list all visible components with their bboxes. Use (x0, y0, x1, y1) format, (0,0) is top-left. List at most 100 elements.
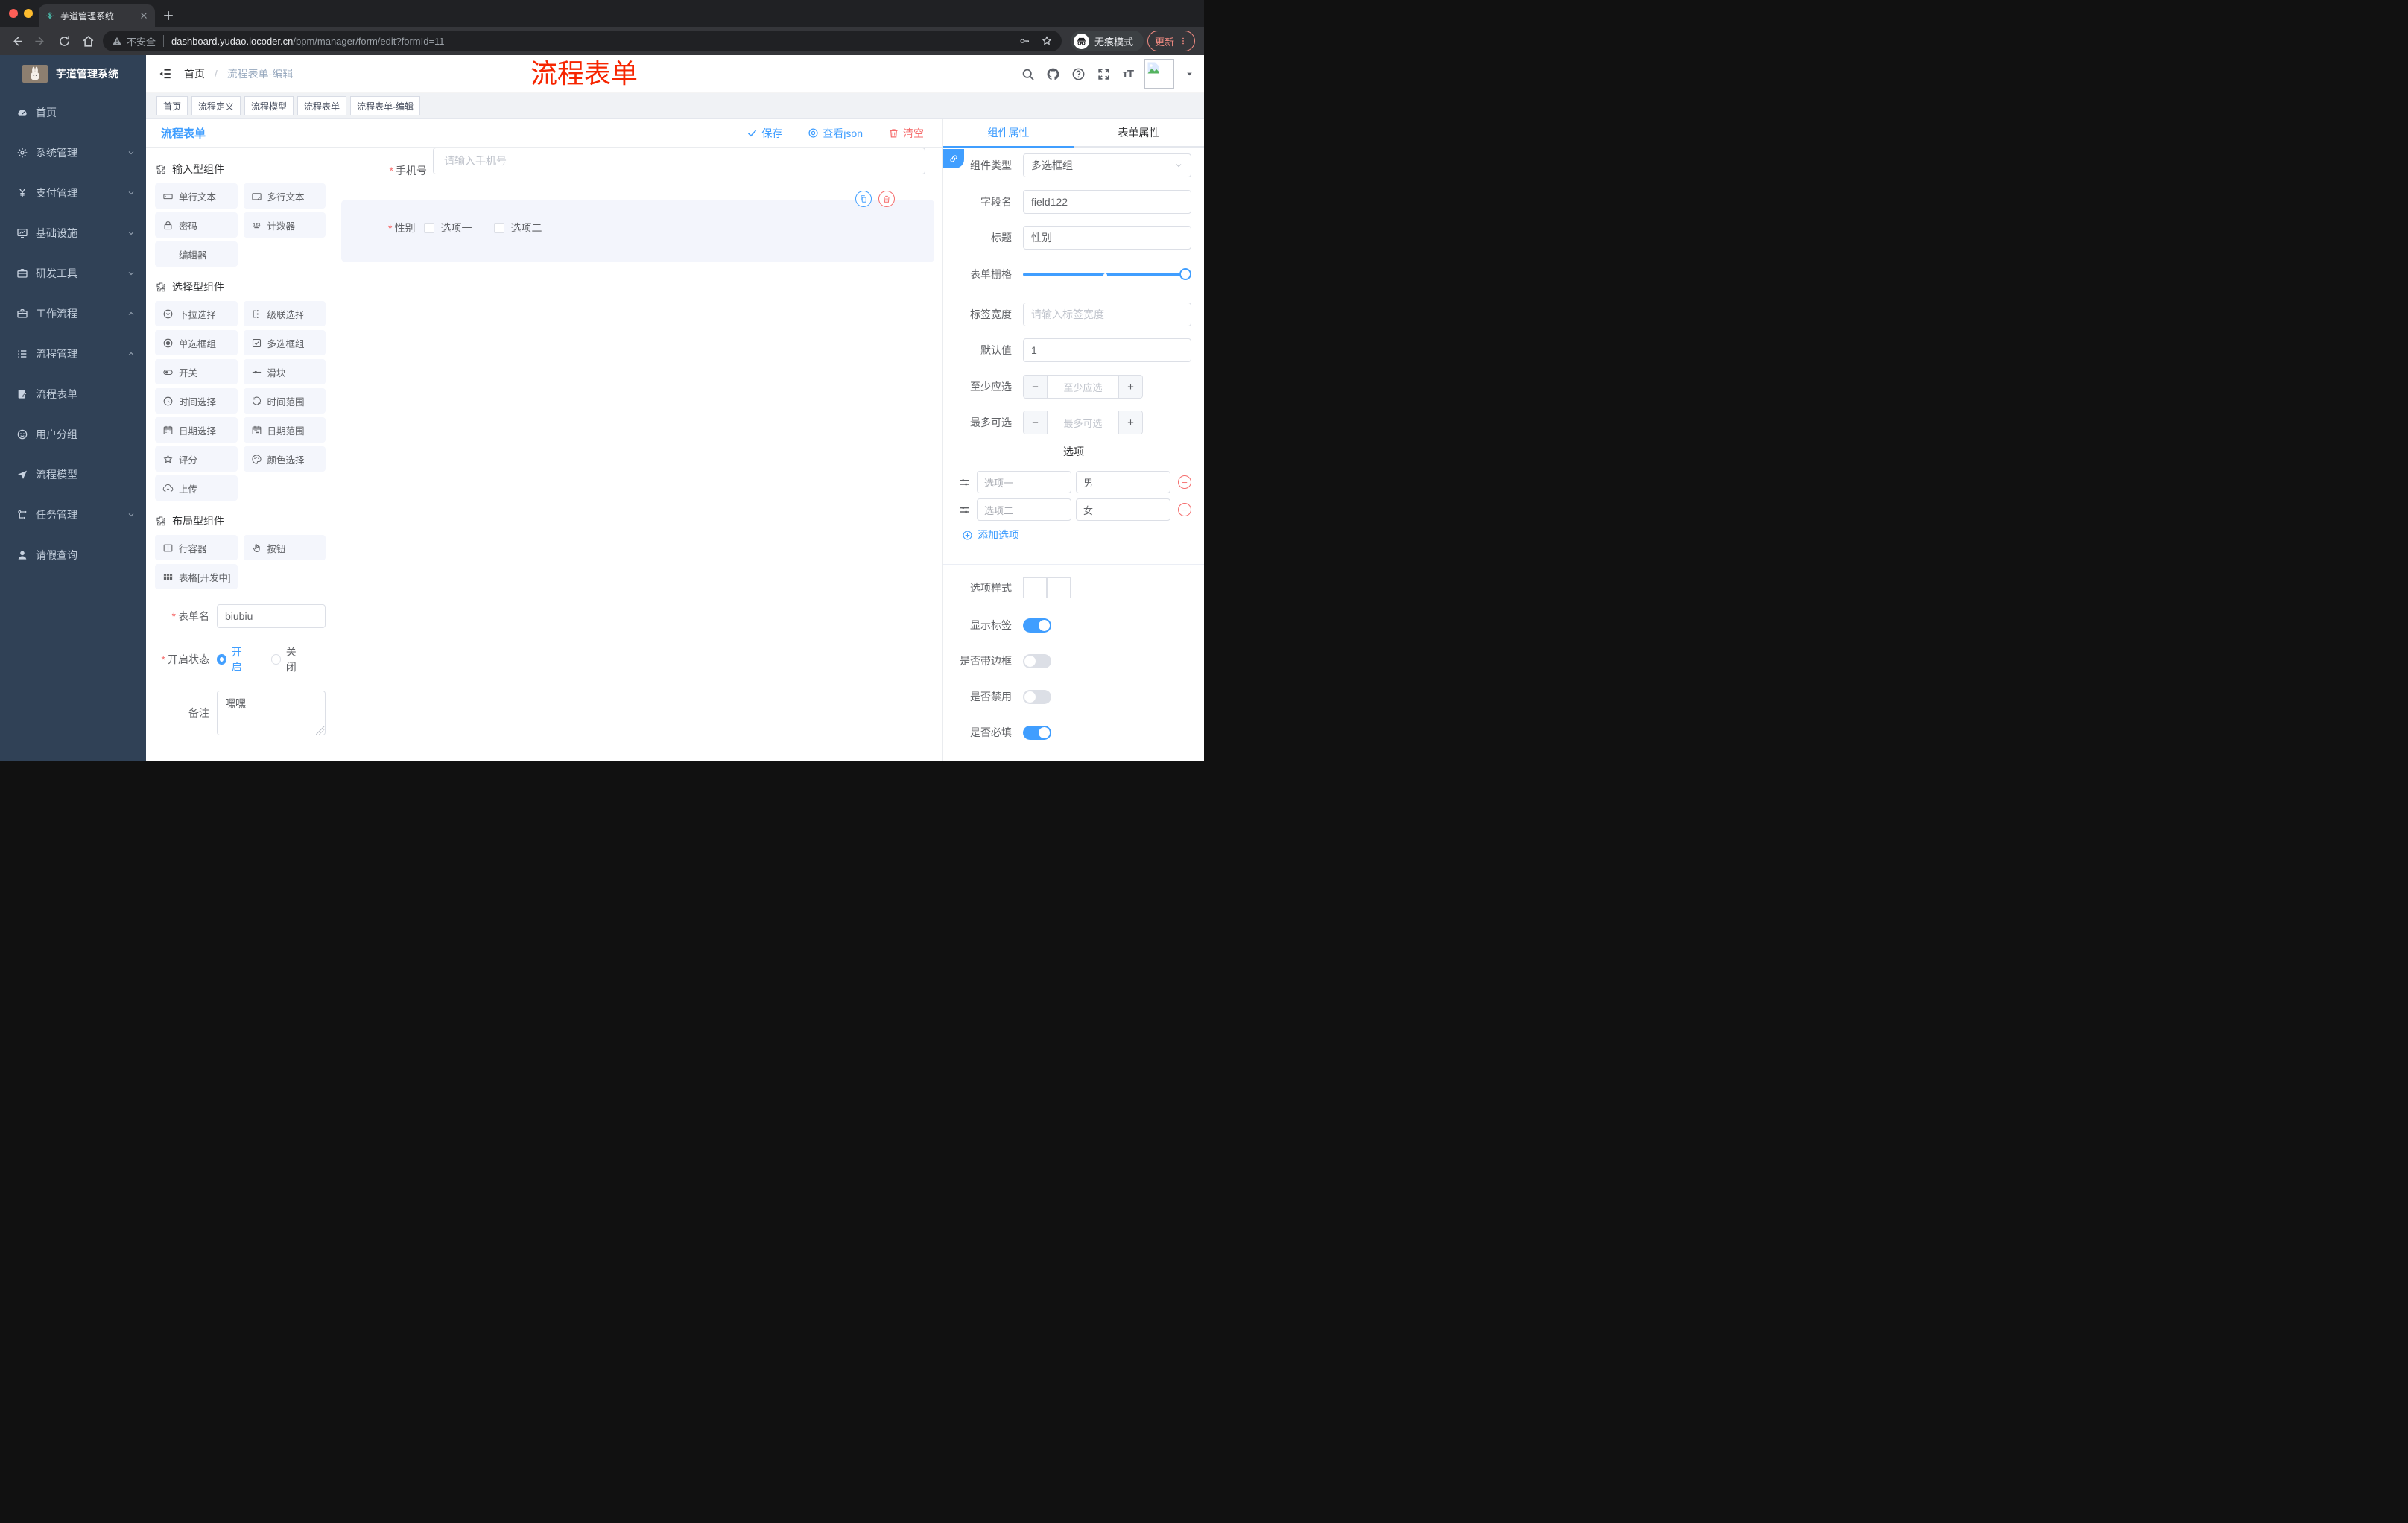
design-canvas[interactable]: * 手机号 请输入手机号 * 性别 选项一 选项二 (335, 148, 942, 762)
sidebar-menu-item[interactable]: 系统管理 (0, 133, 146, 173)
back-button[interactable] (10, 34, 24, 48)
forward-button[interactable] (34, 34, 48, 48)
gender-option2-checkbox[interactable]: 选项二 (494, 221, 542, 235)
minimize-window-button[interactable] (24, 9, 33, 18)
toggle-switch[interactable] (1023, 618, 1051, 633)
toggle-switch[interactable] (1023, 653, 1051, 668)
option-label-input[interactable]: 选项一 (977, 471, 1071, 493)
sidebar-menu-item[interactable]: 工作流程 (0, 294, 146, 334)
label-width-input[interactable]: 请输入标签宽度 (1023, 303, 1191, 326)
delete-component-button[interactable] (878, 191, 895, 207)
font-size-icon[interactable]: тT (1122, 68, 1133, 80)
palette-component-item[interactable]: 时间范围 (243, 388, 326, 414)
max-select-input[interactable]: 最多可选 (1048, 411, 1118, 434)
palette-component-item[interactable]: 多行文本 (243, 183, 326, 209)
form-remark-textarea[interactable]: 嘿嘿 (217, 691, 326, 735)
min-select-input[interactable]: 至少应选 (1048, 376, 1118, 398)
palette-component-item[interactable]: 日期范围 (243, 417, 326, 443)
palette-component-item[interactable]: 颜色选择 (243, 446, 326, 472)
sidebar-collapse-button[interactable] (159, 67, 172, 80)
search-icon[interactable] (1021, 67, 1035, 81)
reload-button[interactable] (57, 34, 72, 48)
save-button[interactable]: 保存 (747, 126, 782, 141)
fullscreen-icon[interactable] (1097, 67, 1111, 81)
slider-handle[interactable] (1179, 268, 1191, 280)
github-icon[interactable] (1046, 67, 1060, 81)
home-button[interactable] (81, 34, 95, 48)
stepper-minus-button[interactable]: − (1024, 376, 1048, 398)
selected-component-gender[interactable]: * 性别 选项一 选项二 (341, 191, 934, 262)
stepper-minus-button[interactable]: − (1024, 411, 1048, 434)
sidebar-menu-item[interactable]: 基础设施 (0, 213, 146, 253)
form-name-input[interactable]: biubiu (217, 604, 326, 628)
option-label-input[interactable]: 选项二 (977, 498, 1071, 521)
status-off-radio[interactable]: 关闭 (271, 645, 305, 674)
sidebar-menu-item[interactable]: 请假查询 (0, 535, 146, 575)
sidebar-menu-item[interactable]: 支付管理 (0, 173, 146, 213)
palette-component-item[interactable]: 评分 (155, 446, 238, 472)
palette-component-item[interactable]: 单选框组 (155, 330, 238, 355)
sidebar-menu-item[interactable]: 流程表单 (0, 374, 146, 414)
palette-component-item[interactable]: 下拉选择 (155, 301, 238, 326)
password-manager-icon[interactable] (1018, 35, 1030, 47)
tags-view-tab[interactable]: 首页 (156, 96, 188, 115)
breadcrumb-home[interactable]: 首页 (184, 68, 205, 80)
tab-component-props[interactable]: 组件属性 (943, 119, 1074, 148)
palette-component-item[interactable]: 编辑器 (155, 241, 238, 267)
tags-view-tab[interactable]: 流程表单-编辑 (350, 96, 421, 115)
gender-option1-checkbox[interactable]: 选项一 (424, 221, 472, 235)
default-value-input[interactable]: 1 (1023, 338, 1191, 362)
option-value-input[interactable]: 男 (1076, 471, 1170, 493)
tab-close-icon[interactable] (139, 10, 149, 21)
security-label[interactable]: 不安全 (127, 34, 156, 48)
palette-component-item[interactable]: 多选框组 (243, 330, 326, 355)
sidebar-menu-item[interactable]: 研发工具 (0, 253, 146, 294)
palette-component-item[interactable]: 行容器 (155, 535, 238, 560)
sidebar-menu-item[interactable]: 流程管理 (0, 334, 146, 374)
remove-option-button[interactable]: − (1178, 503, 1191, 516)
add-option-button[interactable]: 添加选项 (962, 528, 1019, 542)
component-type-select[interactable]: 多选框组 (1023, 153, 1191, 177)
sidebar-menu-item[interactable]: 首页 (0, 92, 146, 133)
palette-component-item[interactable]: 123 计数器 (243, 212, 326, 238)
browser-menu-icon[interactable] (1179, 37, 1188, 45)
palette-component-item[interactable]: 表格[开发中] (155, 564, 238, 589)
new-tab-button[interactable] (161, 8, 176, 23)
field-name-input[interactable]: field122 (1023, 190, 1191, 214)
drag-handle-icon[interactable] (958, 504, 971, 516)
chrome-update-button[interactable]: 更新 (1147, 31, 1195, 51)
option-style-button[interactable] (1023, 577, 1047, 598)
palette-component-item[interactable]: 密码 (155, 212, 238, 238)
palette-component-item[interactable]: 滑块 (243, 359, 326, 384)
avatar[interactable] (1144, 59, 1174, 89)
tags-view-tab[interactable]: 流程表单 (297, 96, 347, 115)
palette-component-item[interactable]: 上传 (155, 475, 238, 501)
palette-component-item[interactable]: 按钮 (243, 535, 326, 560)
palette-component-item[interactable]: 时间选择 (155, 388, 238, 414)
view-json-button[interactable]: 查看json (808, 126, 863, 141)
help-icon[interactable] (1071, 67, 1086, 81)
palette-component-item[interactable]: 日期选择 (155, 417, 238, 443)
status-on-radio[interactable]: 开启 (217, 645, 250, 674)
palette-component-item[interactable]: 单行文本 (155, 183, 238, 209)
avatar-caret-icon[interactable] (1185, 70, 1194, 78)
drag-handle-icon[interactable] (958, 476, 971, 489)
option-style-button[interactable] (1047, 577, 1071, 598)
grid-slider[interactable] (1023, 268, 1191, 280)
close-window-button[interactable] (9, 9, 18, 18)
option-value-input[interactable]: 女 (1076, 498, 1170, 521)
sidebar-menu-item[interactable]: 任务管理 (0, 495, 146, 535)
remove-option-button[interactable]: − (1178, 475, 1191, 489)
stepper-plus-button[interactable]: + (1118, 376, 1142, 398)
title-input[interactable]: 性别 (1023, 226, 1191, 250)
sidebar-menu-item[interactable]: 流程模型 (0, 455, 146, 495)
sidebar-menu-item[interactable]: 用户分组 (0, 414, 146, 455)
phone-field-input[interactable]: 请输入手机号 (433, 148, 925, 174)
tags-view-tab[interactable]: 流程模型 (244, 96, 294, 115)
clear-button[interactable]: 清空 (888, 126, 924, 141)
palette-component-item[interactable]: 开关 (155, 359, 238, 384)
tags-view-tab[interactable]: 流程定义 (191, 96, 241, 115)
toggle-switch[interactable] (1023, 725, 1051, 740)
palette-component-item[interactable]: 级联选择 (243, 301, 326, 326)
copy-component-button[interactable] (855, 191, 872, 207)
